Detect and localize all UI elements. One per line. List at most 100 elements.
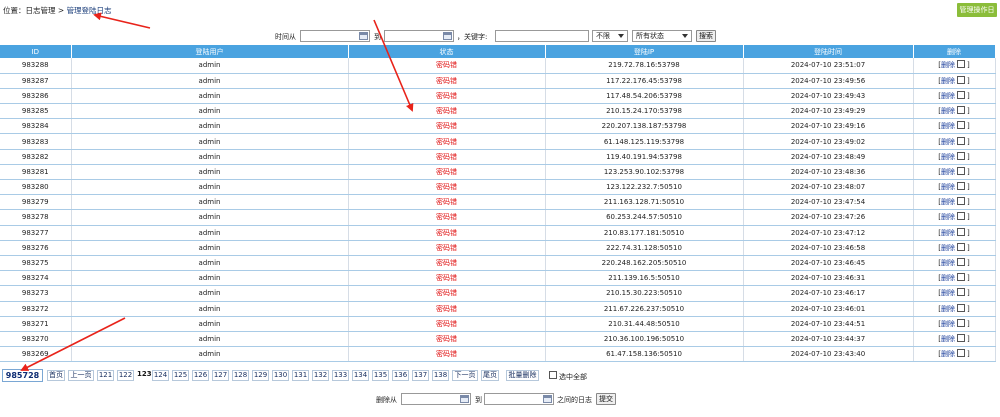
time-cell: 2024-07-10 23:49:02 bbox=[743, 133, 914, 150]
row-checkbox[interactable] bbox=[957, 197, 965, 206]
row-checkbox[interactable] bbox=[957, 106, 965, 115]
delete-link[interactable]: 删除 bbox=[941, 122, 955, 130]
row-checkbox[interactable] bbox=[957, 121, 965, 130]
row-checkbox[interactable] bbox=[957, 90, 965, 99]
delete-link[interactable]: 删除 bbox=[941, 138, 955, 146]
breadcrumb-current[interactable]: 管理登陆日志 bbox=[67, 6, 112, 15]
bracket-close: ] bbox=[967, 122, 970, 131]
page-button[interactable]: 138 bbox=[432, 370, 449, 381]
date-from-input[interactable] bbox=[300, 30, 370, 42]
time-from-label: 时间从 bbox=[275, 33, 296, 41]
row-checkbox[interactable] bbox=[957, 182, 965, 191]
row-checkbox[interactable] bbox=[957, 318, 965, 327]
delete-link[interactable]: 删除 bbox=[941, 320, 955, 328]
page-button[interactable]: 136 bbox=[392, 370, 409, 381]
delete-link[interactable]: 删除 bbox=[941, 61, 955, 69]
keyword-input[interactable] bbox=[495, 30, 589, 42]
row-checkbox[interactable] bbox=[957, 151, 965, 160]
delete-link[interactable]: 删除 bbox=[941, 259, 955, 267]
delete-link[interactable]: 删除 bbox=[941, 153, 955, 161]
breadcrumb: 位置：日志管理 > 管理登陆日志 bbox=[3, 5, 112, 16]
ip-cell: 219.72.78.16:53798 bbox=[545, 58, 744, 74]
time-cell: 2024-07-10 23:47:54 bbox=[743, 194, 914, 211]
time-range-select[interactable]: 不限 bbox=[592, 30, 628, 42]
pagination-bar: 985728 首页 上一页 121 122 123 124 125 126 127 128 129 1… bbox=[2, 369, 997, 382]
row-checkbox[interactable] bbox=[957, 303, 965, 312]
delete-link[interactable]: 删除 bbox=[941, 168, 955, 176]
delete-link[interactable]: 删除 bbox=[941, 289, 955, 297]
calendar-icon[interactable] bbox=[359, 32, 368, 40]
login-log-table: ID 登陆用户 状态 登陆IP 登陆时间 删除 983288 admin 密码错 21… bbox=[0, 45, 996, 363]
delete-link[interactable]: 删除 bbox=[941, 244, 955, 252]
delete-link[interactable]: 删除 bbox=[941, 350, 955, 358]
row-checkbox[interactable] bbox=[957, 227, 965, 236]
page-button[interactable]: 128 bbox=[232, 370, 249, 381]
ip-cell: 117.22.176.45:53798 bbox=[545, 73, 744, 89]
row-checkbox[interactable] bbox=[957, 136, 965, 145]
time-cell: 2024-07-10 23:51:07 bbox=[743, 58, 914, 74]
current-page[interactable]: 123 bbox=[137, 370, 152, 381]
delete-link[interactable]: 删除 bbox=[941, 198, 955, 206]
row-checkbox[interactable] bbox=[957, 75, 965, 84]
page-button[interactable]: 126 bbox=[192, 370, 209, 381]
page-button[interactable]: 124 bbox=[152, 370, 169, 381]
to-label: 到 bbox=[374, 33, 381, 41]
delete-date-from-input[interactable] bbox=[401, 393, 471, 405]
delete-link[interactable]: 删除 bbox=[941, 92, 955, 100]
first-page-button[interactable]: 首页 bbox=[47, 370, 65, 381]
delete-link[interactable]: 删除 bbox=[941, 335, 955, 343]
status-cell: 密码错 bbox=[348, 58, 546, 74]
submit-button[interactable]: 提交 bbox=[596, 393, 616, 405]
row-checkbox[interactable] bbox=[957, 273, 965, 282]
row-checkbox[interactable] bbox=[957, 242, 965, 251]
status-select[interactable]: 所有状态 bbox=[632, 30, 692, 42]
time-cell: 2024-07-10 23:44:37 bbox=[743, 331, 914, 348]
select-all-checkbox[interactable] bbox=[549, 371, 557, 379]
page-button[interactable]: 127 bbox=[212, 370, 229, 381]
row-checkbox[interactable] bbox=[957, 288, 965, 297]
calendar-icon[interactable] bbox=[443, 32, 452, 40]
table-row: 983271 admin 密码错 210.31.44.48:50510 2024-07-… bbox=[0, 316, 996, 332]
page-button[interactable]: 137 bbox=[412, 370, 429, 381]
page-button[interactable]: 135 bbox=[372, 370, 389, 381]
delete-link[interactable]: 删除 bbox=[941, 305, 955, 313]
row-checkbox[interactable] bbox=[957, 166, 965, 175]
delete-date-to-input[interactable] bbox=[484, 393, 554, 405]
delete-link[interactable]: 删除 bbox=[941, 183, 955, 191]
prev-page-button[interactable]: 上一页 bbox=[68, 370, 94, 381]
row-checkbox[interactable] bbox=[957, 349, 965, 358]
header-user: 登陆用户 bbox=[71, 45, 349, 58]
page-button[interactable]: 132 bbox=[312, 370, 329, 381]
page-button[interactable]: 131 bbox=[292, 370, 309, 381]
delete-link[interactable]: 删除 bbox=[941, 77, 955, 85]
page-button[interactable]: 129 bbox=[252, 370, 269, 381]
delete-link[interactable]: 删除 bbox=[941, 229, 955, 237]
calendar-icon[interactable] bbox=[460, 395, 469, 403]
bracket-close: ] bbox=[967, 319, 970, 328]
batch-delete-button[interactable]: 批量删除 bbox=[506, 370, 539, 381]
row-checkbox[interactable] bbox=[957, 258, 965, 267]
page-button[interactable]: 122 bbox=[117, 370, 134, 381]
page-button[interactable]: 121 bbox=[97, 370, 114, 381]
delete-link[interactable]: 删除 bbox=[941, 213, 955, 221]
calendar-icon[interactable] bbox=[543, 395, 552, 403]
ip-cell: 123.122.232.7:50510 bbox=[545, 179, 744, 196]
page-button[interactable]: 125 bbox=[172, 370, 189, 381]
row-checkbox[interactable] bbox=[957, 212, 965, 221]
row-checkbox[interactable] bbox=[957, 60, 965, 69]
page-button[interactable]: 134 bbox=[352, 370, 369, 381]
date-to-input[interactable] bbox=[384, 30, 454, 42]
delete-link[interactable]: 删除 bbox=[941, 274, 955, 282]
last-page-button[interactable]: 尾页 bbox=[481, 370, 499, 381]
row-checkbox[interactable] bbox=[957, 333, 965, 342]
page-button[interactable]: 133 bbox=[332, 370, 349, 381]
search-button[interactable]: 搜索 bbox=[696, 30, 716, 42]
bracket-close: ] bbox=[967, 198, 970, 207]
delete-link[interactable]: 删除 bbox=[941, 107, 955, 115]
delete-cell: [删除] bbox=[913, 58, 996, 74]
breadcrumb-section[interactable]: 日志管理 bbox=[26, 6, 56, 15]
manage-operation-log-button[interactable]: 管理操作日志 bbox=[957, 3, 997, 28]
next-page-button[interactable]: 下一页 bbox=[452, 370, 478, 381]
page-button[interactable]: 130 bbox=[272, 370, 289, 381]
table-row: 983273 admin 密码错 210.15.30.223:50510 2024-07… bbox=[0, 285, 996, 302]
